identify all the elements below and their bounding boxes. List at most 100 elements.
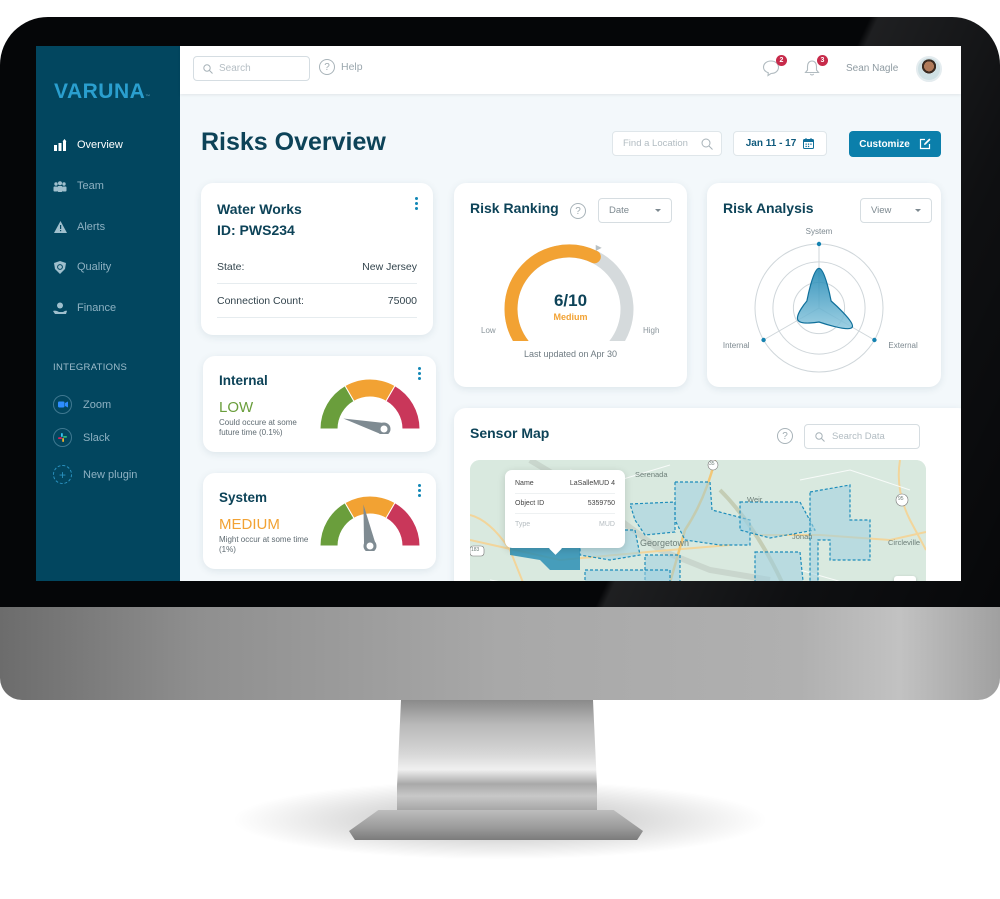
radar-axis-label: External	[888, 341, 918, 350]
sidebar: VARUNA™ Overview Team Alerts Quality Fin…	[36, 46, 180, 581]
integration-slack[interactable]: Slack	[53, 428, 110, 447]
user-name[interactable]: Sean Nagle	[846, 63, 898, 74]
route-shield-label: 95	[898, 496, 904, 502]
finance-icon	[53, 301, 67, 315]
gauge-segment-high	[385, 502, 421, 547]
date-dropdown[interactable]: Date	[598, 198, 672, 223]
edit-icon	[919, 138, 931, 150]
top-bar: Search ? Help 2 3 Sean Nagle	[180, 46, 961, 94]
sidebar-item-quality[interactable]: Quality	[53, 260, 111, 274]
risk-gauge	[319, 495, 421, 551]
sensor-map-title: Sensor Map	[470, 425, 550, 441]
notifications-button[interactable]: 3	[803, 55, 828, 79]
integration-new-plugin[interactable]: + New plugin	[53, 465, 137, 484]
search-data-input[interactable]: Search Data	[804, 424, 920, 449]
app-screen: VARUNA™ Overview Team Alerts Quality Fin…	[36, 46, 961, 581]
last-updated: Last updated on Apr 30	[523, 349, 618, 359]
sensor-map[interactable]: 183 35 95 Serenada Weir Georgetown Jonah…	[470, 460, 926, 581]
tooltip-row-name: Name LaSalleMUD 4	[515, 474, 615, 494]
map-layers-button[interactable]	[894, 576, 916, 581]
system-risk-card: System MEDIUM Might occur at some time (…	[203, 473, 436, 569]
sidebar-item-label: Finance	[77, 302, 117, 314]
plus-icon: +	[53, 465, 72, 484]
view-dropdown[interactable]: View	[860, 198, 932, 223]
sidebar-item-team[interactable]: Team	[53, 179, 104, 193]
info-row-connection-count: Connection Count: 75000	[217, 284, 417, 318]
risk-analysis-title: Risk Analysis	[723, 200, 814, 216]
tooltip-row-object-id: Object ID 5359750	[515, 494, 615, 514]
find-location-input[interactable]: Find a Location	[612, 131, 722, 156]
page-title: Risks Overview	[201, 128, 386, 156]
info-row-state: State: New Jersey	[217, 250, 417, 284]
risk-score: 6/10	[553, 291, 588, 310]
monitor-stand	[397, 700, 597, 820]
search-icon	[203, 63, 213, 74]
risk-level: LOW	[219, 399, 254, 416]
risk-description: Might occur at some time (1%)	[219, 535, 309, 554]
logo[interactable]: VARUNA™	[54, 80, 151, 104]
avatar[interactable]	[916, 56, 942, 82]
help-icon[interactable]: ?	[777, 428, 793, 444]
notifications-badge: 3	[817, 55, 828, 66]
risk-ranking-card: Risk Ranking ? Date 6/10 Medium Low High…	[454, 183, 687, 387]
water-works-title: Water Works ID: PWS234	[217, 201, 302, 238]
date-range-picker[interactable]: Jan 11 - 17	[733, 131, 827, 156]
risk-card-title: System	[219, 490, 268, 505]
zoom-icon	[53, 395, 72, 414]
risk-card-title: Internal	[219, 373, 268, 388]
sidebar-item-label: Team	[77, 180, 104, 192]
bar-chart-icon	[53, 138, 67, 152]
risk-score-level: Medium	[553, 312, 588, 322]
shield-icon	[53, 260, 67, 274]
risk-ranking-title: Risk Ranking	[470, 200, 559, 216]
calendar-icon	[803, 138, 815, 149]
integration-zoom[interactable]: Zoom	[53, 395, 111, 414]
more-options-icon[interactable]	[415, 197, 419, 210]
customize-button[interactable]: Customize	[849, 131, 941, 157]
risk-gauge	[319, 378, 421, 434]
map-place-label: Serenada	[635, 470, 668, 479]
more-options-icon[interactable]	[418, 484, 422, 497]
radar-axis-point	[761, 337, 766, 343]
radar-axis-label: Internal	[723, 341, 750, 350]
monitor-chin	[0, 607, 1000, 700]
map-place-label: Jonah	[792, 532, 813, 541]
warning-icon	[53, 220, 67, 234]
sidebar-item-label: Overview	[77, 139, 123, 151]
integrations-heading: INTEGRATIONS	[53, 362, 128, 373]
search-icon	[815, 431, 825, 442]
gauge-segment-high	[385, 385, 421, 430]
sidebar-item-finance[interactable]: Finance	[53, 301, 116, 315]
map-place-label: Circleville	[888, 538, 921, 547]
help-link[interactable]: ? Help	[319, 59, 363, 75]
gauge-marker	[595, 244, 602, 251]
messages-badge: 2	[776, 55, 787, 66]
search-input[interactable]: Search	[193, 56, 310, 81]
gauge-high-label: High	[643, 326, 660, 335]
route-shield-label: 183	[471, 547, 480, 553]
radar-axis-point	[816, 241, 822, 247]
route-shield-label: 35	[709, 461, 715, 467]
sensor-map-card: Sensor Map ? Search Data 183 35 95 Seren…	[454, 408, 961, 581]
map-tooltip: Name LaSalleMUD 4 Object ID 5359750 Type MU…	[505, 470, 625, 548]
integration-label: Zoom	[83, 398, 112, 411]
integration-label: Slack	[83, 431, 110, 444]
sidebar-item-overview[interactable]: Overview	[53, 138, 123, 152]
caret-down-icon	[915, 209, 921, 212]
tooltip-row-type: Type MUD	[515, 520, 615, 528]
monitor-stand-base	[349, 810, 643, 840]
caret-down-icon	[655, 209, 661, 212]
help-icon: ?	[319, 59, 335, 75]
radar-axis-point	[872, 337, 877, 343]
help-icon[interactable]: ?	[570, 203, 586, 219]
radar-data-shape	[796, 267, 853, 330]
sidebar-item-alerts[interactable]: Alerts	[53, 220, 105, 234]
map-place-label: Georgetown	[640, 538, 690, 548]
messages-button[interactable]: 2	[762, 55, 787, 79]
search-icon	[701, 138, 713, 150]
integration-label: New plugin	[83, 468, 138, 481]
map-place-label: Weir	[747, 495, 763, 504]
radar-axis-label: System	[806, 227, 833, 236]
more-options-icon[interactable]	[418, 367, 422, 380]
sidebar-item-label: Alerts	[77, 221, 106, 233]
